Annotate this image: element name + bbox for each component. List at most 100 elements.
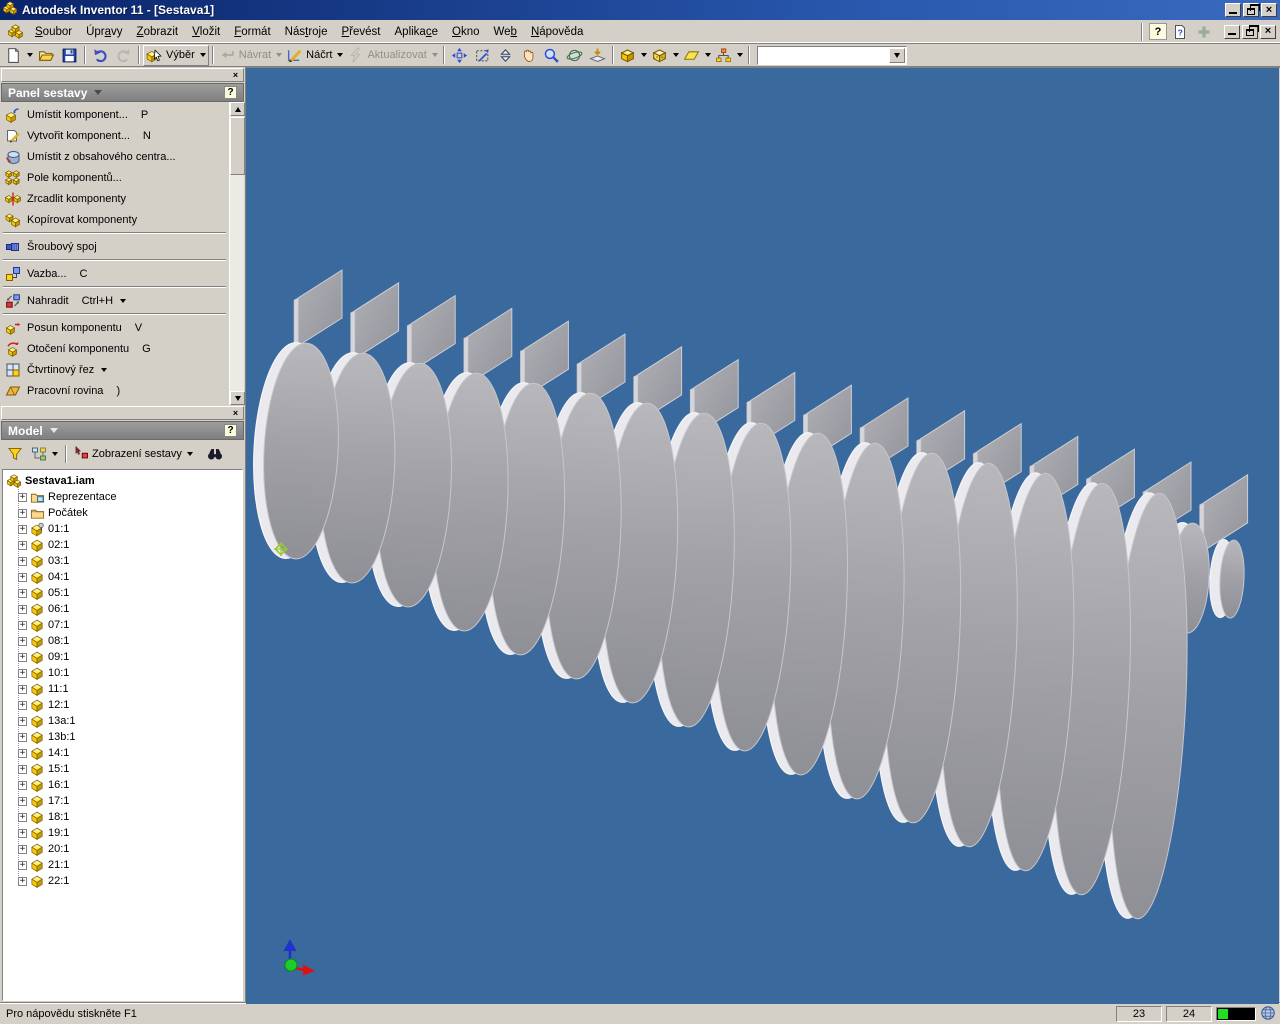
panel-command-place-component[interactable]: Umístit komponent...P: [1, 104, 228, 125]
look-at-button[interactable]: [586, 45, 609, 66]
panel-command-mirror-components[interactable]: Zrcadlit komponenty: [1, 188, 228, 209]
tree-item-081[interactable]: 08:1: [7, 633, 242, 649]
tree-item-011[interactable]: 01:1: [7, 521, 242, 537]
expand-icon[interactable]: [18, 829, 27, 838]
panel-command-constraint[interactable]: Vazba...C: [1, 263, 228, 284]
pan-button[interactable]: [517, 45, 540, 66]
panel-command-quarter-section[interactable]: Čtvrtinový řez: [1, 359, 228, 380]
shaded-display-button[interactable]: [617, 45, 649, 66]
combobox-dropdown-button[interactable]: [889, 48, 905, 63]
tree-item-221[interactable]: 22:1: [7, 873, 242, 889]
tree-item-091[interactable]: 09:1: [7, 649, 242, 665]
tree-item-Potek[interactable]: Počátek: [7, 505, 242, 521]
chevron-down-icon[interactable]: [337, 53, 343, 57]
graphics-viewport[interactable]: [246, 67, 1280, 1003]
expand-icon[interactable]: [18, 525, 27, 534]
redo-button[interactable]: [112, 45, 135, 66]
tree-item-151[interactable]: 15:1: [7, 761, 242, 777]
expand-icon[interactable]: [18, 621, 27, 630]
tree-item-13b1[interactable]: 13b:1: [7, 729, 242, 745]
menu-item-upravy[interactable]: Úpravy: [79, 23, 129, 41]
menu-item-nastroje[interactable]: Nástroje: [278, 23, 335, 41]
tree-item-121[interactable]: 12:1: [7, 697, 242, 713]
zoom-all-button[interactable]: [448, 45, 471, 66]
model-panel-grab-bar[interactable]: ×: [1, 406, 244, 420]
tree-item-211[interactable]: 21:1: [7, 857, 242, 873]
filter-button[interactable]: [5, 444, 27, 465]
tree-item-031[interactable]: 03:1: [7, 553, 242, 569]
menu-item-web[interactable]: Web: [486, 23, 523, 41]
chevron-down-icon[interactable]: [641, 53, 647, 57]
new-document-button[interactable]: [3, 45, 35, 66]
expand-icon[interactable]: [18, 557, 27, 566]
expand-icon[interactable]: [18, 797, 27, 806]
panel-command-bolted-connection[interactable]: Šroubový spoj: [1, 236, 228, 257]
expand-icon[interactable]: [18, 717, 27, 726]
menu-item-soubor[interactable]: Soubor: [28, 23, 79, 41]
return-button[interactable]: Návrat: [217, 45, 284, 66]
menu-item-zobrazit[interactable]: Zobrazit: [130, 23, 186, 41]
tree-item-111[interactable]: 11:1: [7, 681, 242, 697]
tree-item-181[interactable]: 18:1: [7, 809, 242, 825]
combobox-field[interactable]: [758, 47, 888, 64]
minimize-button[interactable]: [1225, 3, 1241, 17]
expand-icon[interactable]: [18, 749, 27, 758]
scroll-down-icon[interactable]: [230, 391, 245, 405]
chevron-down-icon[interactable]: [673, 53, 679, 57]
expand-icon[interactable]: [18, 781, 27, 790]
zoom-window-button[interactable]: [471, 45, 494, 66]
expand-icon[interactable]: [18, 685, 27, 694]
select-button[interactable]: Výběr: [143, 45, 209, 66]
tree-item-Reprezentace[interactable]: Reprezentace: [7, 489, 242, 505]
update-button[interactable]: Aktualizovat: [345, 45, 439, 66]
child-restore-button[interactable]: [1242, 25, 1258, 39]
model-panel-header[interactable]: Model ?: [1, 421, 244, 440]
whats-this-icon[interactable]: ?: [1169, 22, 1191, 42]
tree-root[interactable]: Sestava1.iam: [7, 473, 242, 489]
child-close-button[interactable]: ×: [1260, 25, 1276, 39]
tree-item-161[interactable]: 16:1: [7, 777, 242, 793]
model-panel-help-button[interactable]: ?: [224, 424, 237, 437]
menu-item-okno[interactable]: Okno: [445, 23, 487, 41]
panel-command-rotate-component[interactable]: Otočení komponentuG: [1, 338, 228, 359]
chevron-down-icon[interactable]: [120, 299, 126, 303]
close-button[interactable]: ×: [1261, 3, 1277, 17]
expand-icon[interactable]: [18, 845, 27, 854]
assembly-view-button[interactable]: Zobrazení sestavy: [72, 444, 195, 465]
expand-icon[interactable]: [18, 605, 27, 614]
chevron-down-icon[interactable]: [705, 53, 711, 57]
expand-icon[interactable]: [18, 861, 27, 870]
panel-command-work-plane[interactable]: Pracovní rovina): [1, 380, 228, 401]
hidden-edge-display-button[interactable]: [649, 45, 681, 66]
chevron-down-icon[interactable]: [27, 53, 33, 57]
panel-command-component-pattern[interactable]: Pole komponentů...: [1, 167, 228, 188]
expand-icon[interactable]: [18, 541, 27, 550]
expand-icon[interactable]: [18, 509, 27, 518]
menu-item-napoveda[interactable]: Nápověda: [524, 23, 590, 41]
scroll-up-icon[interactable]: [230, 102, 245, 116]
expand-icon[interactable]: [18, 637, 27, 646]
panel-command-move-component[interactable]: Posun komponentuV: [1, 317, 228, 338]
tree-item-191[interactable]: 19:1: [7, 825, 242, 841]
tree-item-141[interactable]: 14:1: [7, 745, 242, 761]
plus-icon[interactable]: [1193, 22, 1215, 42]
tree-item-13a1[interactable]: 13a:1: [7, 713, 242, 729]
scheme-button[interactable]: [713, 45, 745, 66]
expand-icon[interactable]: [18, 813, 27, 822]
menu-item-format[interactable]: Formát: [227, 23, 277, 41]
undo-button[interactable]: [89, 45, 112, 66]
assembly-panel-grab-bar[interactable]: ×: [1, 68, 244, 82]
scrollbar-thumb[interactable]: [230, 117, 245, 175]
find-button[interactable]: [205, 444, 227, 465]
orbit-button[interactable]: [563, 45, 586, 66]
sketch-button[interactable]: Náčrt: [284, 45, 345, 66]
menu-item-vlozit[interactable]: Vložit: [185, 23, 227, 41]
menu-item-aplikace[interactable]: Aplikace: [388, 23, 445, 41]
expand-icon[interactable]: [18, 701, 27, 710]
tree-item-101[interactable]: 10:1: [7, 665, 242, 681]
tree-item-051[interactable]: 05:1: [7, 585, 242, 601]
menu-item-prevest[interactable]: Převést: [335, 23, 388, 41]
tree-item-061[interactable]: 06:1: [7, 601, 242, 617]
assembly-panel-close-icon[interactable]: ×: [230, 70, 241, 81]
panel-command-copy-components[interactable]: Kopírovat komponenty: [1, 209, 228, 230]
